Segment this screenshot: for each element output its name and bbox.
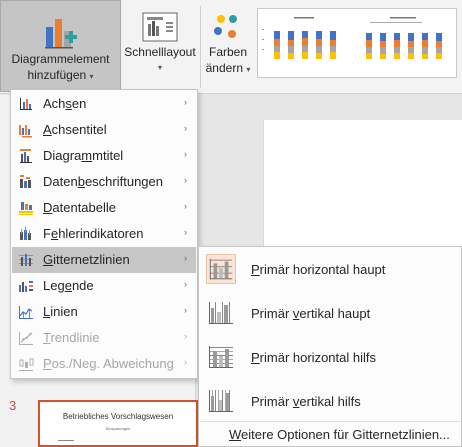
submenu-item-primary-minor-vertical[interactable]: Primär vertikal hilfs bbox=[200, 380, 460, 424]
axes-icon bbox=[20, 98, 32, 110]
menu-item-error-bars[interactable]: Fehlerindikatoren › bbox=[12, 221, 196, 247]
menu-item-trendline: Trendlinie › bbox=[12, 325, 196, 351]
add-chart-element-label: Diagrammelement bbox=[11, 52, 110, 66]
color-palette-icon bbox=[214, 15, 237, 38]
slide-thumbnail-title: Betriebliches Vorschlagswesen bbox=[62, 412, 174, 421]
change-colors-button[interactable]: Farben ändern ▾ bbox=[202, 0, 254, 92]
legend-icon bbox=[19, 281, 33, 292]
submenu-item-primary-minor-horizontal[interactable]: Primär horizontal hilfs bbox=[200, 336, 460, 380]
chevron-right-icon: › bbox=[184, 357, 187, 367]
add-chart-element-menu: Achsen › Achsentitel › Diagrammtitel › D… bbox=[10, 89, 198, 379]
slide-thumbnail-subtitle: Einsparungen bbox=[105, 426, 131, 431]
chart-title-icon bbox=[20, 149, 32, 163]
trendline-icon bbox=[19, 332, 33, 345]
slide-number: 3 bbox=[9, 398, 17, 413]
menu-item-axis-titles[interactable]: Achsentitel › bbox=[12, 117, 196, 143]
error-bars-icon bbox=[20, 227, 31, 240]
chevron-right-icon: › bbox=[184, 227, 187, 237]
add-chart-element-icon bbox=[44, 19, 77, 49]
add-chart-element-button[interactable]: Diagrammelement hinzufügen ▾ bbox=[0, 0, 121, 92]
quick-layout-icon bbox=[142, 12, 178, 42]
chevron-right-icon: › bbox=[184, 201, 187, 211]
chevron-down-icon: ▾ bbox=[89, 72, 94, 81]
chevron-right-icon: › bbox=[184, 175, 187, 185]
primary-minor-vertical-icon bbox=[209, 390, 233, 412]
gridlines-icon bbox=[19, 254, 33, 266]
thumbnail-axis-line bbox=[58, 440, 74, 441]
more-gridline-options[interactable]: Weitere Optionen für Gitternetzlinien... bbox=[229, 427, 450, 442]
menu-item-legend[interactable]: Legende › bbox=[12, 273, 196, 299]
chevron-down-icon: ▾ bbox=[157, 63, 162, 72]
change-colors-label: Farben bbox=[208, 45, 248, 59]
ribbon-separator bbox=[200, 6, 201, 88]
quick-layout-button[interactable]: Schnelllayout ▾ bbox=[121, 0, 199, 92]
slide-thumbnail[interactable]: Betriebliches Vorschlagswesen Einsparung… bbox=[38, 400, 198, 447]
lines-icon bbox=[19, 306, 33, 319]
primary-minor-horizontal-icon bbox=[209, 346, 233, 368]
chart-style-preview bbox=[258, 9, 456, 77]
data-table-icon bbox=[19, 202, 33, 215]
chart-styles-gallery[interactable] bbox=[257, 8, 457, 78]
data-labels-icon bbox=[20, 175, 31, 188]
menu-item-lines[interactable]: Linien › bbox=[12, 299, 196, 325]
menu-item-data-table[interactable]: Datentabelle › bbox=[12, 195, 196, 221]
chevron-right-icon: › bbox=[184, 149, 187, 159]
primary-major-horizontal-icon bbox=[206, 254, 236, 284]
submenu-item-primary-major-horizontal[interactable]: Primär horizontal haupt bbox=[200, 248, 460, 292]
add-chart-element-label-2: hinzufügen bbox=[27, 68, 87, 82]
chevron-right-icon: › bbox=[184, 97, 187, 107]
chevron-down-icon: ▾ bbox=[246, 65, 251, 74]
gridlines-submenu: Primär horizontal haupt Primär vertikal … bbox=[198, 246, 462, 447]
chart-design-ribbon: Diagrammelement hinzufügen ▾ Schnelllayo… bbox=[0, 0, 462, 94]
up-down-bars-icon bbox=[19, 358, 34, 371]
submenu-separator bbox=[200, 421, 460, 422]
chevron-right-icon: › bbox=[184, 305, 187, 315]
menu-item-chart-title[interactable]: Diagrammtitel › bbox=[12, 143, 196, 169]
primary-major-vertical-icon bbox=[209, 302, 233, 324]
menu-item-axes[interactable]: Achsen › bbox=[12, 91, 196, 117]
menu-item-gridlines[interactable]: Gitternetzlinien › bbox=[12, 247, 196, 273]
menu-item-up-down-bars: Pos./Neg. Abweichung › bbox=[12, 351, 196, 377]
chevron-right-icon: › bbox=[184, 331, 187, 341]
submenu-item-primary-major-vertical[interactable]: Primär vertikal haupt bbox=[200, 292, 460, 336]
axis-titles-icon bbox=[19, 125, 32, 138]
menu-item-data-labels[interactable]: Datenbeschriftungen › bbox=[12, 169, 196, 195]
chevron-right-icon: › bbox=[184, 253, 187, 263]
change-colors-label-2: ändern bbox=[205, 61, 243, 75]
quick-layout-label: Schnelllayout bbox=[124, 45, 196, 59]
chevron-right-icon: › bbox=[184, 279, 187, 289]
chevron-right-icon: › bbox=[184, 123, 187, 133]
